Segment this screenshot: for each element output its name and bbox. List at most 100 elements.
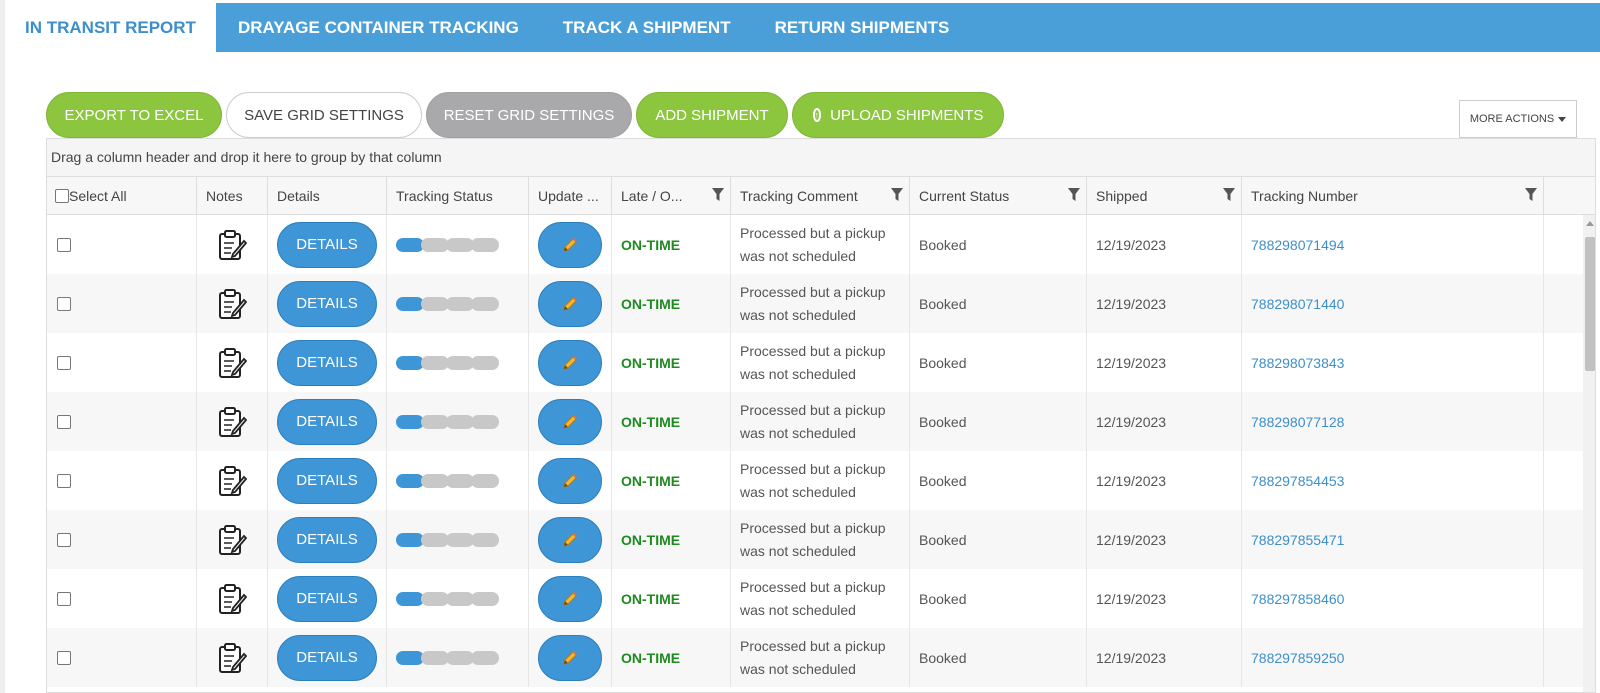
header-shipped[interactable]: Shipped (1087, 177, 1242, 214)
tracking-number-link[interactable]: 788298077128 (1251, 414, 1344, 430)
tracking-comment: Processed but a pickup was not scheduled (740, 283, 886, 323)
details-button[interactable]: DETAILS (277, 280, 377, 327)
row-select-cell (47, 215, 197, 274)
progress-step-pending (421, 355, 449, 370)
header-shipped-label: Shipped (1096, 187, 1148, 204)
update-button[interactable] (538, 575, 602, 622)
filter-icon[interactable] (1068, 188, 1080, 202)
details-cell: DETAILS (268, 215, 387, 274)
clipboard-icon[interactable] (217, 465, 247, 497)
header-tracking-comment[interactable]: Tracking Comment (731, 177, 910, 214)
tracking-number-link[interactable]: 788297859250 (1251, 650, 1344, 666)
tracking-number-cell: 788298073843 (1242, 333, 1544, 392)
clipboard-icon[interactable] (217, 524, 247, 556)
header-details[interactable]: Details (268, 177, 387, 214)
details-button[interactable]: DETAILS (277, 398, 377, 445)
details-cell: DETAILS (268, 510, 387, 569)
header-update[interactable]: Update ... (529, 177, 612, 214)
tracking-number-link[interactable]: 788297858460 (1251, 591, 1344, 607)
details-button[interactable]: DETAILS (277, 221, 377, 268)
tracking-number-link[interactable]: 788297854453 (1251, 473, 1344, 489)
details-button[interactable]: DETAILS (277, 516, 377, 563)
tracking-status-cell (387, 628, 529, 687)
row-checkbox[interactable] (57, 473, 71, 488)
filter-icon[interactable] (1525, 188, 1537, 202)
group-by-panel[interactable]: Drag a column header and drop it here to… (47, 139, 1595, 177)
progress-step-pending (421, 296, 449, 311)
tracking-number-link[interactable]: 788298071494 (1251, 237, 1344, 253)
tab-drayage-container-tracking[interactable]: DRAYAGE CONTAINER TRACKING (216, 3, 541, 52)
tracking-number-link[interactable]: 788298071440 (1251, 296, 1344, 312)
details-button[interactable]: DETAILS (277, 457, 377, 504)
tracking-comment-cell: Processed but a pickup was not scheduled (731, 510, 910, 569)
update-cell (529, 215, 612, 274)
tracking-number-link[interactable]: 788298073843 (1251, 355, 1344, 371)
row-checkbox[interactable] (57, 237, 71, 252)
header-late[interactable]: Late / O... (612, 177, 731, 214)
shipped-date: 12/19/2023 (1096, 354, 1167, 371)
row-checkbox[interactable] (57, 355, 71, 370)
tab-in-transit-report[interactable]: IN TRANSIT REPORT (5, 3, 216, 52)
update-button[interactable] (538, 516, 602, 563)
tab-return-shipments[interactable]: RETURN SHIPMENTS (753, 3, 972, 52)
update-button[interactable] (538, 280, 602, 327)
progress-step-pending (421, 532, 449, 547)
clipboard-icon[interactable] (217, 642, 247, 674)
filter-icon[interactable] (1223, 188, 1235, 202)
vertical-scrollbar[interactable] (1583, 215, 1595, 692)
more-actions-button[interactable]: MORE ACTIONS (1459, 100, 1577, 138)
tracking-number-cell: 788297855471 (1242, 510, 1544, 569)
export-to-excel-button[interactable]: EXPORT TO EXCEL (46, 92, 222, 138)
update-button[interactable] (538, 339, 602, 386)
save-grid-settings-button[interactable]: SAVE GRID SETTINGS (226, 92, 422, 138)
tab-track-a-shipment[interactable]: TRACK A SHIPMENT (541, 3, 753, 52)
progress-step-pending (471, 414, 499, 429)
upload-shipments-button[interactable]: ↑ UPLOAD SHIPMENTS (792, 92, 1004, 138)
progress-step-pending (421, 591, 449, 606)
update-button[interactable] (538, 457, 602, 504)
scroll-up-icon[interactable] (1586, 221, 1594, 226)
shipped-cell: 12/19/2023 (1087, 628, 1242, 687)
clipboard-icon[interactable] (217, 406, 247, 438)
table-row: DETAILS ON-TIME Processed but a pickup w… (47, 569, 1595, 628)
progress-step-pending (471, 473, 499, 488)
tracking-progress (396, 591, 504, 606)
notes-cell (197, 333, 268, 392)
header-current-status[interactable]: Current Status (910, 177, 1087, 214)
tracking-number-link[interactable]: 788297855471 (1251, 532, 1344, 548)
header-notes[interactable]: Notes (197, 177, 268, 214)
clipboard-icon[interactable] (217, 288, 247, 320)
header-select-all[interactable]: Select All (47, 177, 197, 214)
row-checkbox[interactable] (57, 414, 71, 429)
row-checkbox[interactable] (57, 296, 71, 311)
row-checkbox[interactable] (57, 591, 71, 606)
scroll-thumb[interactable] (1585, 237, 1595, 371)
add-shipment-button[interactable]: ADD SHIPMENT (636, 92, 788, 138)
header-notes-label: Notes (206, 187, 243, 204)
update-button[interactable] (538, 221, 602, 268)
toolbar: EXPORT TO EXCEL SAVE GRID SETTINGS RESET… (46, 92, 1004, 138)
update-cell (529, 451, 612, 510)
details-cell: DETAILS (268, 333, 387, 392)
row-checkbox[interactable] (57, 650, 71, 665)
clipboard-icon[interactable] (217, 229, 247, 261)
reset-grid-settings-button[interactable]: RESET GRID SETTINGS (426, 92, 632, 138)
clipboard-icon[interactable] (217, 583, 247, 615)
update-button[interactable] (538, 398, 602, 445)
row-checkbox[interactable] (57, 532, 71, 547)
clipboard-icon[interactable] (217, 347, 247, 379)
details-button[interactable]: DETAILS (277, 634, 377, 681)
update-cell (529, 274, 612, 333)
shipped-date: 12/19/2023 (1096, 236, 1167, 253)
header-tracking-status[interactable]: Tracking Status (387, 177, 529, 214)
select-all-checkbox[interactable] (55, 188, 69, 203)
progress-step-pending (471, 296, 499, 311)
header-tracking-number[interactable]: Tracking Number (1242, 177, 1544, 214)
details-button[interactable]: DETAILS (277, 575, 377, 622)
details-button[interactable]: DETAILS (277, 339, 377, 386)
update-cell (529, 333, 612, 392)
filter-icon[interactable] (712, 188, 724, 202)
update-cell (529, 510, 612, 569)
update-button[interactable] (538, 634, 602, 681)
filter-icon[interactable] (891, 188, 903, 202)
